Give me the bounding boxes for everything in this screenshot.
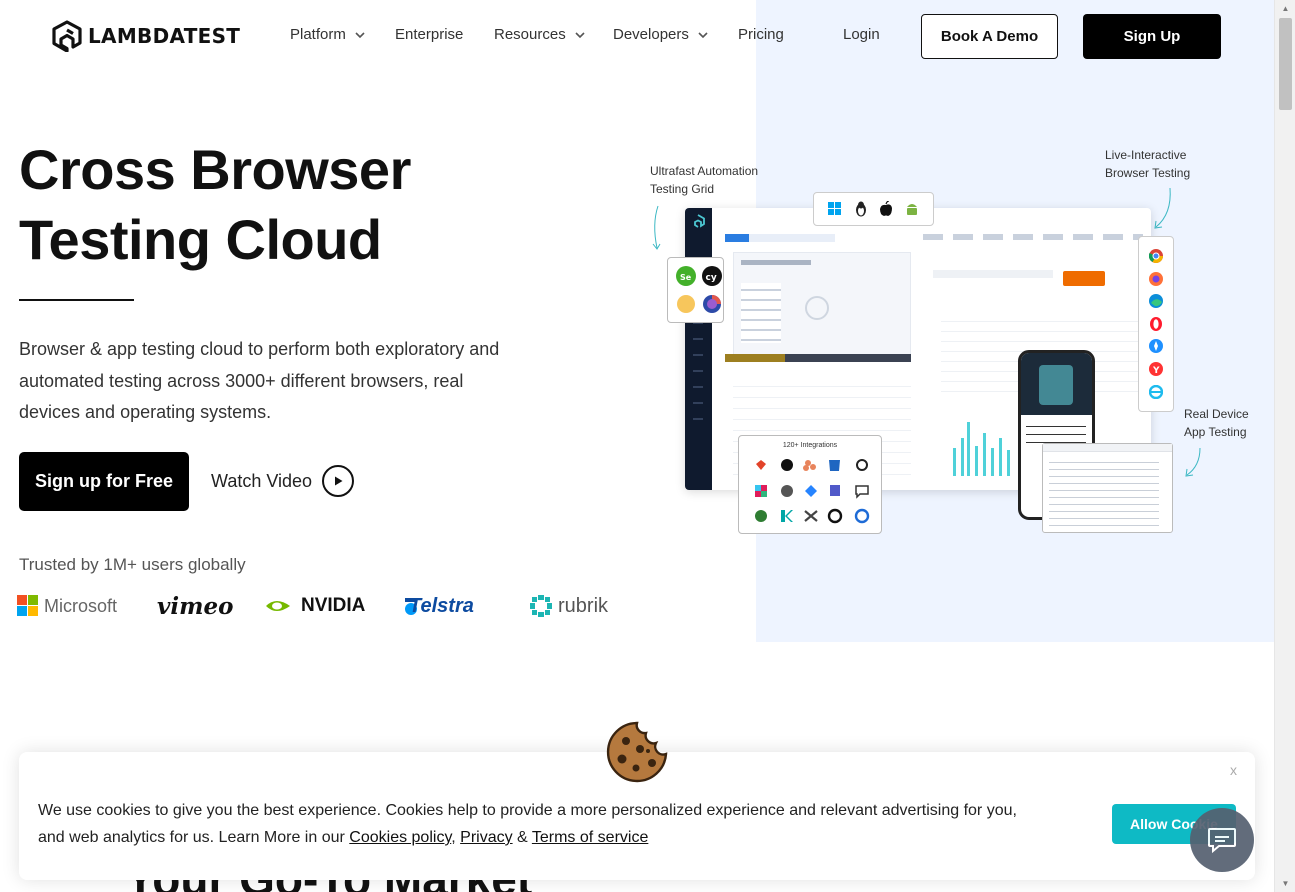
microsoft-windows-icon [17, 595, 38, 616]
trusted-text: Trusted by 1M+ users globally [19, 555, 246, 574]
login-link[interactable]: Login [843, 26, 880, 43]
label-line: Browser Testing [1105, 165, 1191, 180]
chevron-down-icon [698, 31, 708, 38]
brand-label: rubrik [558, 594, 609, 617]
book-demo-button[interactable]: Book A Demo [921, 14, 1058, 59]
live-testing-label: Live-Interactive Browser Testing [1105, 147, 1190, 182]
label-line: App Testing [1184, 424, 1247, 439]
watch-video-label: Watch Video [211, 470, 313, 491]
title-divider [19, 299, 134, 301]
nav-enterprise[interactable]: Enterprise [395, 26, 463, 43]
nav-pricing[interactable]: Pricing [738, 26, 784, 43]
label-line: Live-Interactive [1105, 148, 1187, 162]
top-navigation: LAMBDATEST Platform Enterprise Resources… [0, 0, 1274, 72]
chevron-down-icon [575, 31, 585, 38]
nav-platform[interactable]: Platform [290, 26, 366, 43]
lambdatest-logo-icon [694, 214, 705, 228]
brand-label: Microsoft [44, 595, 118, 616]
scroll-up-arrow-icon[interactable]: ▲ [1275, 0, 1295, 17]
chat-icon [1208, 828, 1236, 854]
scroll-thumb[interactable] [1279, 18, 1292, 110]
svg-text:Y: Y [1152, 366, 1160, 376]
nav-label: Developers [613, 26, 689, 43]
page-scrollbar[interactable]: ▲ ▼ [1274, 0, 1295, 892]
integrations-title: 120+ Integrations [782, 442, 838, 449]
privacy-link[interactable]: Privacy [460, 829, 512, 846]
edge-icon [1149, 294, 1163, 308]
internet-explorer-icon [1149, 385, 1163, 399]
nvidia-eye-icon [266, 601, 290, 611]
puppeteer-icon [677, 295, 695, 313]
vimeo-logo: vimeo [157, 590, 233, 622]
opera-icon [1150, 317, 1162, 331]
firefox-icon [1149, 272, 1163, 286]
brand-logo[interactable]: LAMBDATEST [52, 20, 240, 52]
nav-label: Enterprise [395, 26, 464, 43]
integration-icons [755, 459, 870, 524]
linux-icon [855, 201, 866, 217]
apple-icon [880, 201, 893, 216]
cypress-icon: cy [702, 266, 722, 286]
arrow-icon [652, 205, 661, 250]
browser-selector: Y [1138, 236, 1174, 412]
nvidia-logo: NVIDIA [264, 590, 365, 622]
label-line: Ultrafast Automation [650, 164, 759, 178]
rubrik-icon [530, 595, 552, 617]
selenium-icon: Se [676, 266, 696, 286]
lambdatest-logo-icon [52, 20, 82, 52]
cookie-message: We use cookies to give you the best expe… [38, 797, 1018, 851]
hero-description: Browser & app testing cloud to perform b… [19, 339, 500, 422]
svg-text:Se: Se [680, 273, 692, 282]
microsoft-logo: Microsoft [17, 590, 117, 622]
code-snippet-panel [1042, 443, 1173, 533]
yandex-icon: Y [1149, 362, 1163, 376]
arrow-icon [1185, 447, 1201, 477]
scroll-down-arrow-icon[interactable]: ▼ [1275, 875, 1295, 892]
play-icon [322, 465, 355, 497]
android-icon [907, 204, 918, 215]
nav-label: Platform [290, 26, 346, 43]
chevron-down-icon [355, 31, 365, 38]
automation-grid-label: Ultrafast Automation Testing Grid [650, 163, 758, 198]
windows-icon [827, 202, 841, 215]
svg-text:cy: cy [706, 273, 717, 283]
arrow-icon [1154, 187, 1171, 229]
brand-label: NVIDIA [301, 595, 366, 616]
sign-up-free-button[interactable]: Sign up for Free [19, 452, 189, 511]
watch-video-button[interactable]: Watch Video [211, 465, 355, 497]
playwright-icon [703, 295, 721, 313]
sign-up-button[interactable]: Sign Up [1083, 14, 1221, 59]
brand-name: LAMBDATEST [88, 24, 241, 48]
hero-title: Cross Browser Testing Cloud [19, 135, 499, 275]
dashboard-sidebar [685, 208, 712, 490]
nav-label: Resources [494, 26, 566, 43]
nav-label: Pricing [738, 26, 784, 43]
safari-icon [1149, 339, 1163, 353]
hero-title-line1: Cross Browser [19, 138, 411, 201]
os-selector [813, 192, 934, 226]
cookie-icon [606, 721, 668, 783]
telstra-logo: Telstra [404, 590, 474, 622]
chrome-icon [1149, 249, 1163, 263]
login-label: Login [843, 26, 880, 43]
hero-title-line2: Testing Cloud [19, 208, 382, 271]
terms-link[interactable]: Terms of service [532, 829, 648, 846]
cookie-separator: , [451, 829, 461, 846]
label-line: Testing Grid [650, 181, 715, 196]
nav-developers[interactable]: Developers [613, 26, 709, 43]
brand-label: Telstra [409, 594, 474, 617]
automation-tools-panel: Se cy [667, 257, 724, 323]
rubrik-logo: rubrik [529, 590, 608, 622]
cookie-separator: & [512, 829, 532, 846]
real-device-label: Real Device App Testing [1184, 406, 1249, 441]
label-line: Real Device [1184, 407, 1249, 421]
close-icon[interactable]: x [1230, 762, 1237, 778]
cookies-policy-link[interactable]: Cookies policy [349, 829, 451, 846]
chat-widget-button[interactable] [1190, 808, 1254, 872]
integrations-panel: 120+ Integrations [738, 435, 882, 534]
brand-label: vimeo [157, 592, 234, 620]
nav-resources[interactable]: Resources [494, 26, 586, 43]
